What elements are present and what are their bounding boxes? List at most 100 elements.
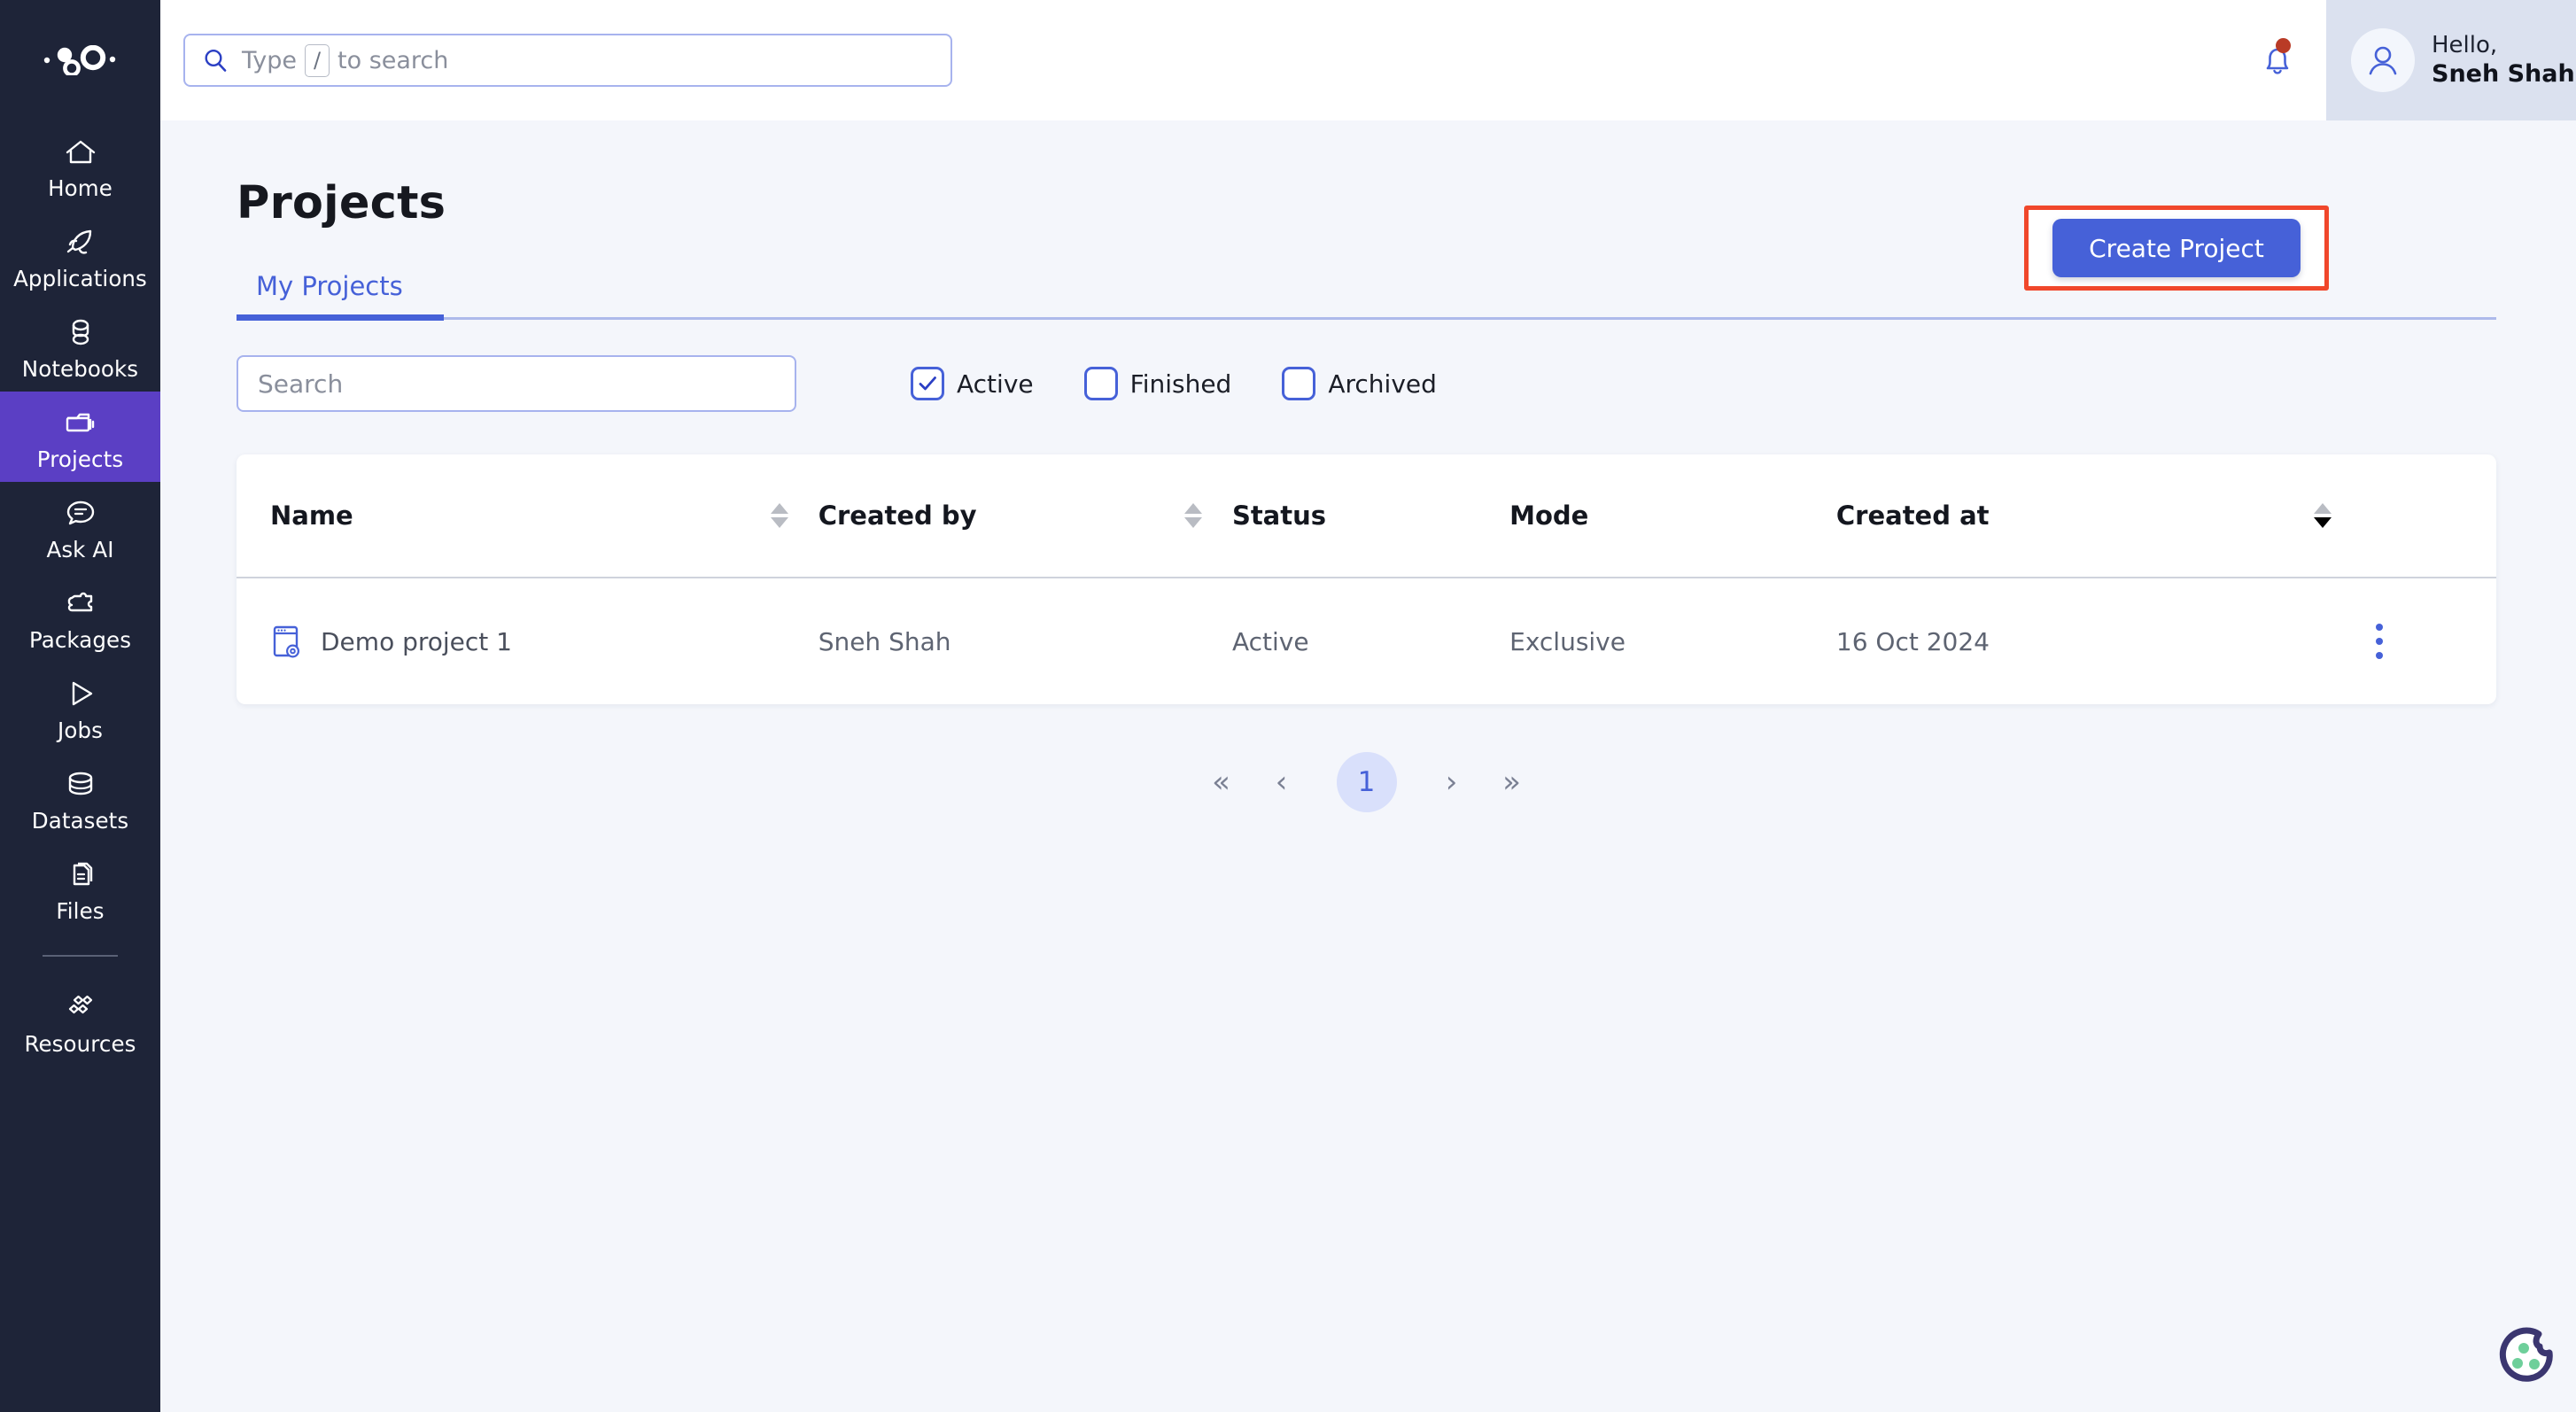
column-label: Name	[270, 500, 353, 531]
puzzle-icon	[61, 584, 100, 623]
column-header-status: Status	[1232, 454, 1509, 578]
sidebar-item-jobs[interactable]: Jobs	[0, 663, 160, 753]
create-project-button[interactable]: Create Project	[2052, 219, 2301, 277]
sort-asc-arrow-icon	[1184, 503, 1202, 514]
top-header: Type / to search	[160, 0, 2576, 120]
pagination-last-button[interactable]: »	[1482, 752, 1542, 812]
global-search-input[interactable]: Type / to search	[183, 34, 952, 87]
cell-created-at: 16 Oct 2024	[1836, 578, 2363, 704]
sort-toggle-name[interactable]	[771, 503, 819, 528]
sort-desc-arrow-icon	[1184, 517, 1202, 528]
projects-search-placeholder: Search	[258, 369, 343, 399]
project-name: Demo project 1	[321, 627, 512, 656]
pagination-prev-button[interactable]: ‹	[1252, 752, 1312, 812]
projects-table-card: Name Created by	[237, 454, 2496, 704]
play-icon	[61, 674, 100, 713]
sort-toggle-created-at[interactable]	[2314, 503, 2362, 528]
filter-row: Search Active Finished	[237, 355, 2496, 412]
search-icon	[201, 46, 229, 74]
column-label: Status	[1232, 500, 1326, 531]
column-header-mode: Mode	[1509, 454, 1836, 578]
sidebar-item-label: Resources	[24, 1034, 136, 1056]
notifications-button[interactable]	[2229, 0, 2326, 120]
sidebar-item-notebooks[interactable]: Notebooks	[0, 301, 160, 392]
content-inner: Projects Create Project My Projects Sear…	[160, 120, 2576, 812]
tab-bar: My Projects	[237, 271, 2496, 320]
column-label: Mode	[1509, 500, 1588, 531]
sort-desc-arrow-icon	[771, 517, 788, 528]
app-logo[interactable]	[0, 0, 160, 120]
column-label: Created at	[1836, 500, 1990, 531]
sort-asc-arrow-icon	[2314, 503, 2332, 514]
sidebar-item-projects[interactable]: Projects	[0, 392, 160, 482]
kebab-menu-icon[interactable]	[2362, 624, 2397, 659]
avatar	[2351, 28, 2415, 92]
sort-desc-arrow-icon	[2314, 517, 2332, 528]
checkbox-box[interactable]	[1084, 367, 1118, 400]
column-header-created-at[interactable]: Created at	[1836, 454, 2363, 578]
database-icon	[61, 764, 100, 803]
sidebar-item-label: Datasets	[32, 811, 129, 833]
user-menu[interactable]: Hello, Sneh Shah	[2326, 0, 2576, 120]
filter-checkbox-archived[interactable]: Archived	[1282, 367, 1437, 400]
sidebar-nav: Home Applications Notebooks Projects	[0, 120, 160, 1067]
home-icon	[61, 132, 100, 171]
notebook-icon	[61, 313, 100, 352]
rocket-icon	[61, 222, 100, 261]
main-content: Projects Create Project My Projects Sear…	[160, 120, 2576, 1412]
tab-active-indicator	[237, 314, 444, 321]
sidebar: Home Applications Notebooks Projects	[0, 0, 160, 1412]
circles-logo-icon	[43, 45, 119, 75]
check-icon	[916, 372, 939, 395]
table-body: Demo project 1 Sneh Shah Active Exclusiv…	[237, 578, 2496, 704]
sidebar-item-ask-ai[interactable]: Ask AI	[0, 482, 160, 572]
checkbox-box[interactable]	[1282, 367, 1315, 400]
cookie-consent-button[interactable]	[2484, 1316, 2569, 1401]
table-row[interactable]: Demo project 1 Sneh Shah Active Exclusiv…	[237, 578, 2496, 704]
column-header-created-by[interactable]: Created by	[819, 454, 1232, 578]
sidebar-item-datasets[interactable]: Datasets	[0, 753, 160, 843]
header-right: Hello, Sneh Shah	[2229, 0, 2576, 120]
sidebar-item-label: Projects	[37, 449, 123, 471]
sort-toggle-created-by[interactable]	[1184, 503, 1232, 528]
slash-key-hint: /	[305, 44, 330, 77]
sidebar-divider	[43, 955, 118, 957]
filter-checkbox-active[interactable]: Active	[911, 367, 1034, 400]
sidebar-item-home[interactable]: Home	[0, 120, 160, 211]
notification-unread-dot	[2276, 38, 2291, 53]
column-header-name[interactable]: Name	[237, 454, 819, 578]
sidebar-item-label: Ask AI	[46, 539, 113, 562]
cell-mode: Exclusive	[1509, 578, 1836, 704]
sidebar-item-resources[interactable]: Resources	[0, 976, 160, 1067]
user-greeting: Hello,	[2432, 32, 2575, 59]
page-title: Projects	[237, 177, 446, 229]
sidebar-item-label: Files	[56, 901, 104, 923]
sidebar-item-packages[interactable]: Packages	[0, 572, 160, 663]
sort-asc-arrow-icon	[771, 503, 788, 514]
diamonds-icon	[61, 988, 100, 1027]
pagination-next-button[interactable]: ›	[1422, 752, 1482, 812]
cell-name: Demo project 1	[237, 578, 819, 704]
user-avatar-icon	[2362, 39, 2404, 81]
tab-underline	[237, 317, 2496, 320]
pagination-first-button[interactable]: «	[1191, 752, 1252, 812]
sidebar-item-label: Notebooks	[22, 359, 138, 381]
cell-actions	[2362, 578, 2496, 704]
projects-table: Name Created by	[237, 454, 2496, 704]
user-name: Sneh Shah	[2432, 60, 2575, 89]
user-text: Hello, Sneh Shah	[2432, 32, 2575, 89]
tab-my-projects[interactable]: My Projects	[237, 271, 423, 317]
checkbox-label: Archived	[1328, 369, 1437, 399]
checkbox-label: Active	[957, 369, 1034, 399]
app-root: Home Applications Notebooks Projects	[0, 0, 2576, 1412]
sidebar-item-applications[interactable]: Applications	[0, 211, 160, 301]
projects-search-input[interactable]: Search	[237, 355, 796, 412]
search-suffix-text: to search	[338, 47, 448, 74]
filter-checkbox-finished[interactable]: Finished	[1084, 367, 1232, 400]
search-prefix-text: Type	[242, 47, 297, 74]
table-header-row: Name Created by	[237, 454, 2496, 578]
pagination-page-1[interactable]: 1	[1337, 752, 1397, 812]
checkbox-box[interactable]	[911, 367, 944, 400]
cell-status: Active	[1232, 578, 1509, 704]
sidebar-item-files[interactable]: Files	[0, 843, 160, 934]
